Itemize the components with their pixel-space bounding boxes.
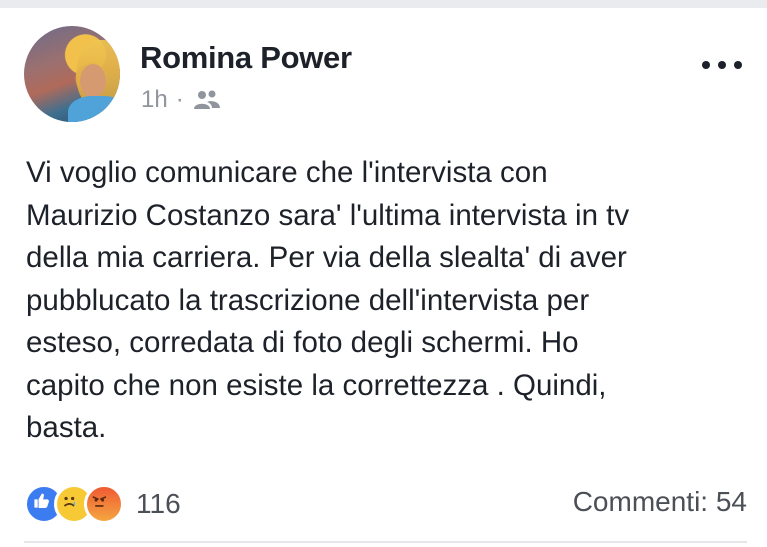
friends-icon <box>193 90 220 109</box>
avatar-shirt <box>68 96 120 122</box>
timestamp[interactable]: 1h <box>141 86 168 114</box>
reactions-summary[interactable]: 116 <box>24 484 181 524</box>
post-text: Vi voglio comunicare che l'intervista co… <box>26 156 630 444</box>
comments-count[interactable]: Commenti: 54 <box>573 486 747 518</box>
meta-separator: · <box>175 86 184 113</box>
angry-icon <box>84 484 124 524</box>
post-meta: 1h · <box>141 86 222 114</box>
reaction-count[interactable]: 116 <box>136 488 181 520</box>
author-name[interactable]: Romina Power <box>140 40 352 76</box>
bottom-divider <box>24 541 747 543</box>
avatar[interactable] <box>24 26 120 122</box>
top-divider <box>0 0 767 8</box>
more-options-icon[interactable] <box>702 58 742 72</box>
avatar-face <box>80 64 106 98</box>
